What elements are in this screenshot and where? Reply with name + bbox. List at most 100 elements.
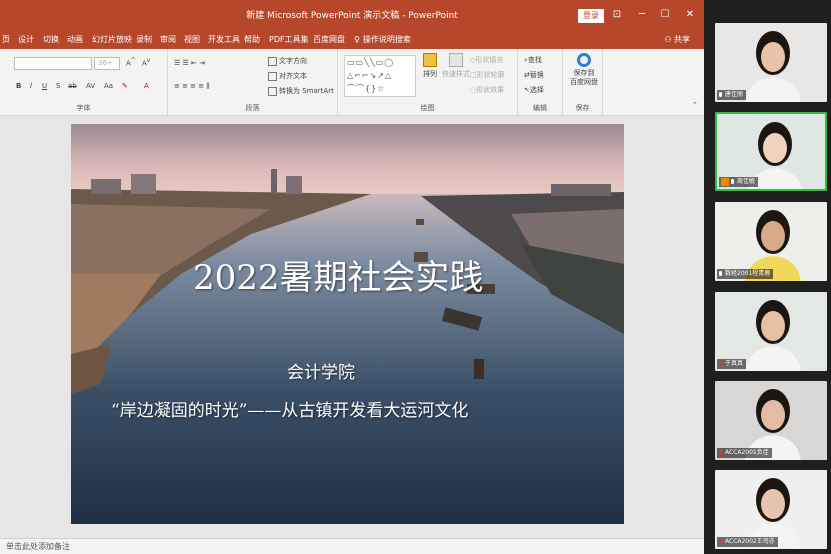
mic-icon [719, 271, 722, 276]
collapse-ribbon-icon[interactable]: ⌃ [692, 101, 698, 109]
align-text-icon [268, 71, 277, 81]
drawing-group: ▭▭╲╲▭◯ △⌐⌐↘↗△ ⌒⌒{}☆ 排列 快速样式 ◇形状填充 □形状轮廓 ◌形… [338, 49, 518, 116]
participant-name: 周佳敏 [737, 178, 756, 185]
tell-me-search[interactable]: ♀ 操作说明搜索 [354, 34, 411, 45]
slide-canvas[interactable]: 2022暑期社会实践 会计学院 “岸边凝固的时光”——从古镇开发看大运河文化 [71, 124, 624, 524]
font-name-box[interactable] [14, 57, 92, 70]
muted-mic-icon [719, 450, 722, 455]
participant-face [761, 489, 785, 519]
grow-font-icon[interactable]: A^ [126, 58, 136, 67]
paragraph-group: ☰ ☰ ⇤ ⇥ ≡ ≡ ≡ ≡ ⫼ 文字方向 对齐文本 转换为 SmartArt… [168, 49, 338, 116]
share-button[interactable]: ⚇ 共享 [664, 34, 690, 45]
find-button[interactable]: ⌕查找 [524, 55, 542, 65]
slide-background-photo [71, 124, 624, 524]
quick-styles-label: 快速样式 [442, 70, 470, 78]
close-button[interactable]: ✕ [683, 8, 697, 22]
maximize-button[interactable]: ☐ [658, 8, 672, 22]
tab-help[interactable]: 帮助 [244, 34, 260, 45]
minimize-button[interactable]: ─ [635, 8, 649, 22]
participant-face [761, 311, 785, 341]
editing-group: ⌕查找 ⇄替换 ↖选择 编辑 [518, 49, 563, 116]
text-direction-label: 文字方向 [279, 57, 307, 65]
font-group: 36+ A^ Av B I U S ab AV Aa ✎ A 字体 [0, 49, 168, 116]
screen: 新建 Microsoft PowerPoint 演示文稿 - PowerPoin… [0, 0, 831, 554]
shape-outline-button[interactable]: □形状轮廓 [470, 70, 505, 80]
text-shadow-button[interactable]: S [56, 82, 60, 90]
font-color-button[interactable]: A [144, 82, 149, 90]
participant-name-tag: ACCA2002王司亦 [717, 537, 778, 547]
font-size-box[interactable]: 36+ [94, 57, 120, 70]
slide-subtitle-theme[interactable]: “岸边凝固的时光”——从古镇开发看大运河文化 [111, 396, 468, 421]
participant-body [745, 346, 801, 371]
tab-baidu-netdisk[interactable]: 百度网盘 [313, 34, 345, 45]
participant-tile[interactable]: 唐佳丽 [715, 23, 827, 102]
tab-design[interactable]: 设计 [18, 34, 34, 45]
muted-mic-icon [719, 539, 722, 544]
replace-button[interactable]: ⇄替换 [524, 70, 544, 80]
ribbon-display-options-icon[interactable]: ⊡ [610, 8, 624, 22]
tab-transitions[interactable]: 切换 [43, 34, 59, 45]
arrange-button[interactable]: 排列 [420, 53, 440, 79]
shapes-gallery[interactable]: ▭▭╲╲▭◯ △⌐⌐↘↗△ ⌒⌒{}☆ [344, 55, 416, 97]
shape-effects-button[interactable]: ◌形状效果 [470, 85, 504, 95]
slide-title[interactable]: 2022暑期社会实践 [193, 250, 484, 299]
bold-button[interactable]: B [16, 82, 21, 90]
tab-review[interactable]: 审阅 [160, 34, 176, 45]
notes-placeholder[interactable]: 单击此处添加备注 [6, 541, 70, 552]
select-button[interactable]: ↖选择 [524, 85, 544, 95]
participant-name: ACCA2002王司亦 [725, 538, 775, 545]
align-text-button[interactable]: 对齐文本 [268, 71, 307, 81]
participant-tile[interactable]: ACCA2001负佳 [715, 381, 827, 460]
italic-button[interactable]: I [30, 82, 32, 90]
participant-tile[interactable]: 数经2001程青鹿 [715, 202, 827, 281]
participant-name: 唐佳丽 [725, 91, 744, 98]
bullets-icon[interactable]: ☰ ☰ ⇤ ⇥ [174, 59, 205, 67]
shape-fill-button[interactable]: ◇形状填充 [470, 55, 503, 65]
participant-face [763, 133, 787, 163]
muted-mic-icon [719, 361, 722, 366]
change-case-button[interactable]: Aa [104, 82, 113, 90]
signin-button[interactable]: 登录 [578, 9, 604, 23]
shrink-font-icon[interactable]: Av [142, 58, 150, 67]
tab-pdf-tools[interactable]: PDF工具集 [269, 34, 309, 45]
participant-name: 于真真 [725, 360, 744, 367]
participant-tile[interactable]: ACCA2002王司亦 [715, 470, 827, 549]
tab-view[interactable]: 视图 [184, 34, 200, 45]
participant-tile-active-speaker[interactable]: 周佳敏 [715, 112, 827, 191]
char-spacing-button[interactable]: AV [86, 82, 95, 90]
align-icons[interactable]: ≡ ≡ ≡ ≡ ⫼ [174, 82, 210, 91]
shape-outline-label: 形状轮廓 [476, 71, 505, 79]
slide-subtitle-college[interactable]: 会计学院 [287, 358, 355, 383]
text-direction-button[interactable]: 文字方向 [268, 56, 307, 66]
participant-face [761, 221, 785, 251]
shape-effects-label: 形状效果 [476, 86, 505, 94]
participant-name: 数经2001程青鹿 [725, 270, 771, 277]
mic-icon [719, 92, 722, 97]
highlight-icon[interactable]: ✎ [122, 82, 128, 90]
underline-button[interactable]: U [42, 82, 47, 90]
convert-smartart-label: 转换为 SmartArt [279, 87, 334, 95]
save-to-baidu-label: 保存到 百度网盘 [570, 69, 598, 86]
align-text-label: 对齐文本 [279, 72, 307, 80]
person-icon: ⚇ [664, 35, 674, 44]
tab-animations[interactable]: 动画 [67, 34, 83, 45]
font-group-label: 字体 [76, 104, 91, 112]
participant-tile[interactable]: 于真真 [715, 292, 827, 371]
participant-panel: 唐佳丽 周佳敏 数经2001程青鹿 于真真 ACCA2001负佳 ACCA200… [704, 0, 831, 554]
shape-fill-label: 形状填充 [475, 56, 504, 64]
powerpoint-window: 新建 Microsoft PowerPoint 演示文稿 - PowerPoin… [0, 0, 704, 554]
participant-name-tag: 周佳敏 [719, 177, 759, 187]
ribbon-tabs: 页 设计 切换 动画 幻灯片放映 录制 审阅 视图 开发工具 帮助 PDF工具集… [0, 31, 704, 49]
strikethrough-button[interactable]: ab [68, 82, 77, 90]
tab-home[interactable]: 页 [2, 34, 10, 45]
tab-record[interactable]: 录制 [136, 34, 152, 45]
slide-editor: 2022暑期社会实践 会计学院 “岸边凝固的时光”——从古镇开发看大运河文化 [0, 117, 704, 538]
save-to-baidu-button[interactable]: 保存到 百度网盘 [565, 53, 603, 87]
ribbon: 36+ A^ Av B I U S ab AV Aa ✎ A 字体 ☰ ☰ ⇤ … [0, 49, 704, 116]
text-direction-icon [268, 56, 277, 66]
tab-slideshow[interactable]: 幻灯片放映 [92, 34, 132, 45]
participant-name-tag: ACCA2001负佳 [717, 448, 772, 458]
convert-smartart-button[interactable]: 转换为 SmartArt [268, 86, 334, 96]
quick-styles-button[interactable]: 快速样式 [442, 53, 470, 79]
tab-developer[interactable]: 开发工具 [208, 34, 240, 45]
